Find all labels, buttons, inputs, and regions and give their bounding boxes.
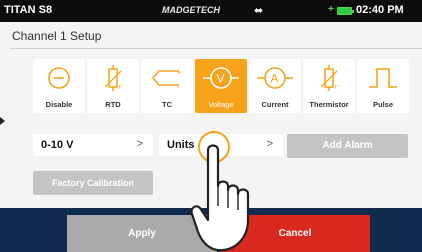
svg-text:+: + [177,70,181,77]
add-alarm-button[interactable]: Add Alarm [287,134,408,158]
tap-hand-icon [190,131,250,252]
status-bar: TITAN S8 MADGETECH ⬌ + 02:40 PM [0,0,422,22]
sensor-label: Pulse [372,100,393,109]
svg-text:A: A [271,72,279,86]
sensor-tile-rtd[interactable]: t° RTD [87,59,139,113]
sensor-tile-pulse[interactable]: Pulse [357,59,409,113]
sensor-tile-voltage[interactable]: V Voltage [195,59,247,113]
factory-calibration-button[interactable]: Factory Calibration [33,171,153,195]
disable-icon [48,67,70,89]
usb-icon: ⬌ [254,5,264,17]
sensor-label: Voltage [208,100,234,109]
sensor-tile-current[interactable]: A Current [249,59,301,113]
clock: 02:40 PM [356,4,404,16]
range-value: 0-10 V [41,139,74,151]
sensor-tile-tc[interactable]: + - TC [141,59,193,113]
voltage-icon: V [203,67,239,89]
sensor-label: TC [162,100,172,109]
sensor-label: RTD [105,100,121,109]
brand-logo: MADGETECH [162,5,220,15]
rtd-icon: t° [104,65,124,91]
svg-text:-: - [177,82,180,91]
device-screen: TITAN S8 MADGETECH ⬌ + 02:40 PM Channel … [0,0,422,252]
sensor-label: Current [261,100,289,109]
title-divider [10,48,422,49]
page-title: Channel 1 Setup [12,29,102,43]
device-name: TITAN S8 [4,4,53,16]
charging-icon: + [328,4,334,15]
svg-text:t°: t° [335,85,340,91]
range-selector[interactable]: 0-10 V > [33,134,153,156]
chevron-right-icon: > [136,138,143,150]
thermocouple-icon: + - [152,70,181,91]
svg-text:V: V [217,72,225,86]
pointer-arrow-icon [0,117,5,125]
thermistor-icon: t° [320,65,340,91]
svg-text:t°: t° [119,85,124,91]
sensor-label: Disable [45,100,73,109]
sensor-label: Thermistor [309,100,349,109]
sensor-tile-disable[interactable]: Disable [33,59,85,113]
sensor-tile-thermistor[interactable]: t° Thermistor [303,59,355,113]
current-icon: A [257,67,293,89]
pulse-icon [369,68,397,88]
battery-icon [337,7,354,15]
